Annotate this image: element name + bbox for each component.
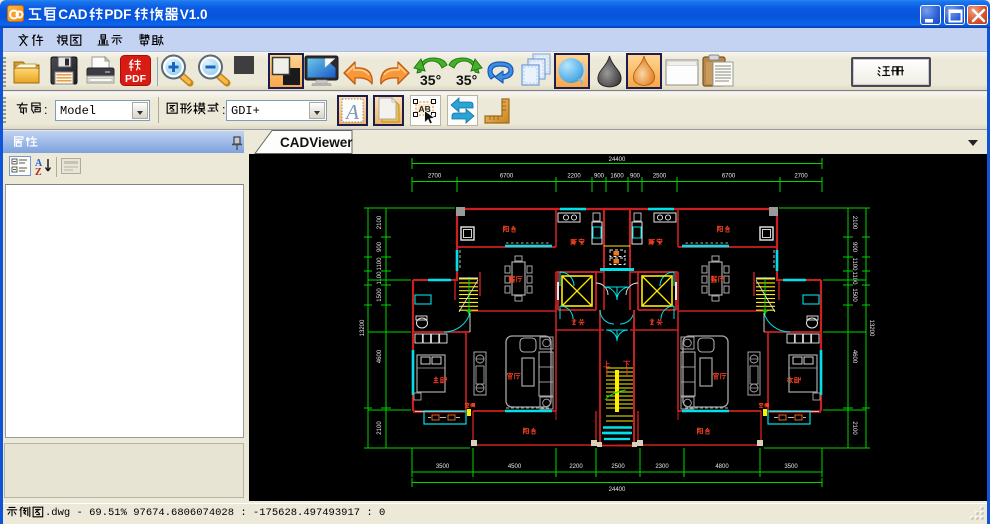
svg-text:1500: 1500	[851, 288, 857, 302]
svg-text:6700: 6700	[722, 174, 736, 180]
svg-text:PDF: PDF	[125, 73, 147, 85]
svg-text:35°: 35°	[456, 72, 477, 87]
svg-text:900: 900	[630, 174, 641, 180]
svg-text:2300: 2300	[655, 464, 669, 470]
svg-text:24400: 24400	[609, 157, 626, 163]
svg-text:4500: 4500	[508, 464, 522, 470]
svg-text:2700: 2700	[794, 174, 808, 180]
svg-text:Z: Z	[35, 167, 42, 177]
svg-text:24400: 24400	[609, 487, 626, 493]
svg-text:2100: 2100	[851, 216, 857, 230]
svg-text:2100: 2100	[377, 215, 383, 229]
svg-text:2500: 2500	[611, 464, 625, 470]
svg-text:3500: 3500	[784, 464, 798, 470]
svg-text:6700: 6700	[500, 174, 514, 180]
svg-text:CADViewer: CADViewer	[280, 135, 353, 150]
svg-text:A: A	[344, 100, 359, 124]
svg-text:2200: 2200	[569, 464, 583, 470]
svg-text:1500: 1500	[377, 288, 383, 302]
svg-text:1100: 1100	[851, 272, 857, 286]
svg-text:4600: 4600	[377, 349, 383, 363]
svg-text:3500: 3500	[436, 464, 450, 470]
svg-text:900: 900	[851, 242, 857, 253]
svg-text:2700: 2700	[428, 174, 442, 180]
svg-text:13200: 13200	[868, 320, 874, 337]
svg-text:4800: 4800	[715, 464, 729, 470]
svg-text:2100: 2100	[851, 421, 857, 435]
svg-text:900: 900	[594, 174, 605, 180]
svg-text:4600: 4600	[851, 350, 857, 364]
svg-text:1600: 1600	[610, 174, 624, 180]
svg-text:35°: 35°	[420, 72, 441, 87]
svg-text:2500: 2500	[653, 174, 667, 180]
svg-text:1100: 1100	[377, 257, 383, 271]
svg-text:13200: 13200	[360, 319, 366, 336]
svg-text:1100: 1100	[377, 271, 383, 285]
svg-text:2100: 2100	[377, 421, 383, 435]
svg-text:900: 900	[377, 241, 383, 252]
svg-text:2200: 2200	[567, 174, 581, 180]
svg-text:1100: 1100	[851, 258, 857, 272]
